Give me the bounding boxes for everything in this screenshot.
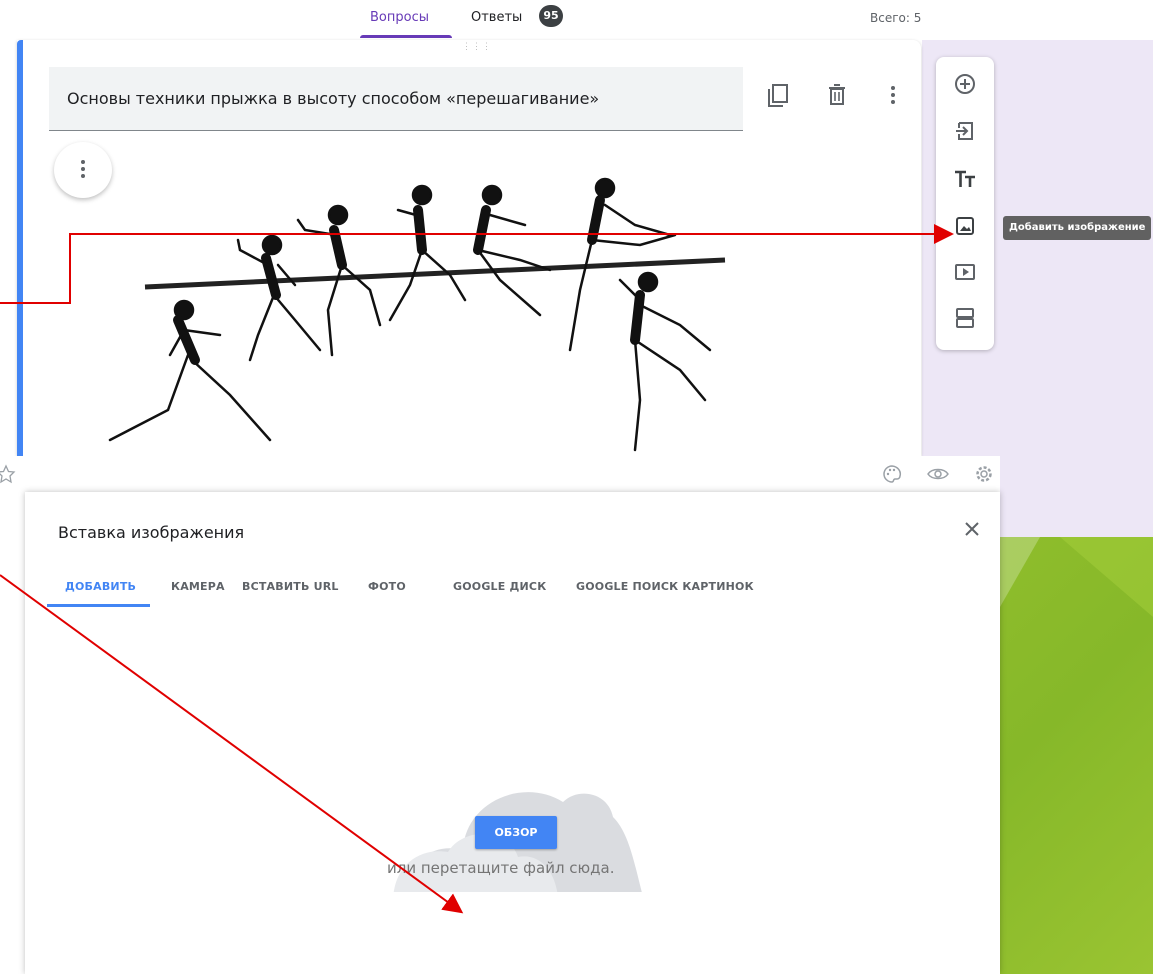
question-title-field[interactable]: Основы техники прыжка в высоту способом …	[49, 67, 743, 131]
copy-icon[interactable]	[764, 80, 794, 110]
total-points: Всего: 5	[870, 11, 922, 25]
dialog-title: Вставка изображения	[58, 523, 245, 542]
tab-answers[interactable]: Ответы	[471, 10, 522, 25]
dialog-tab-indicator	[47, 604, 150, 607]
add-question-icon[interactable]	[950, 69, 980, 99]
star-icon[interactable]	[0, 462, 18, 486]
tab-google-drive[interactable]: GOOGLE ДИСК	[453, 580, 546, 593]
browse-button[interactable]: ОБЗОР	[475, 816, 557, 849]
question-title: Основы техники прыжка в высоту способом …	[67, 89, 600, 108]
active-card-indicator	[17, 40, 23, 456]
answers-count-badge: 95	[539, 5, 563, 27]
add-image-tooltip: Добавить изображение	[1003, 216, 1152, 240]
form-header-strip	[0, 456, 1000, 492]
add-image-icon[interactable]	[950, 211, 980, 241]
add-video-icon[interactable]	[950, 257, 980, 287]
tab-bar: Вопросы Ответы 95 Всего: 5	[0, 0, 1153, 40]
tab-camera[interactable]: КАМЕРА	[171, 580, 225, 593]
import-questions-icon[interactable]	[950, 116, 980, 146]
drop-hint: или перетащите файл сюда.	[387, 859, 615, 877]
tab-by-url[interactable]: ВСТАВИТЬ URL	[242, 580, 339, 593]
palette-icon[interactable]	[880, 462, 904, 486]
tab-google-image-search[interactable]: GOOGLE ПОИСК КАРТИНОК	[576, 580, 754, 593]
tab-photos[interactable]: ФОТО	[368, 580, 406, 593]
tab-upload[interactable]: ДОБАВИТЬ	[65, 580, 136, 593]
add-title-icon[interactable]	[950, 164, 980, 194]
more-vert-icon[interactable]	[878, 80, 908, 110]
eye-icon[interactable]	[926, 462, 950, 486]
tab-active-indicator	[360, 35, 452, 38]
gear-icon[interactable]	[972, 462, 996, 486]
side-toolbar	[936, 57, 994, 350]
slide-background	[1000, 537, 1153, 974]
add-section-icon[interactable]	[950, 303, 980, 333]
tab-questions[interactable]: Вопросы	[370, 10, 429, 25]
trash-icon[interactable]	[822, 80, 852, 110]
high-jump-illustration	[108, 177, 726, 452]
close-icon[interactable]	[960, 517, 984, 541]
insert-image-dialog: Вставка изображения ДОБАВИТЬ КАМЕРА ВСТА…	[25, 492, 1000, 974]
drag-handle-icon[interactable]: ⋮⋮⋮	[462, 42, 492, 51]
